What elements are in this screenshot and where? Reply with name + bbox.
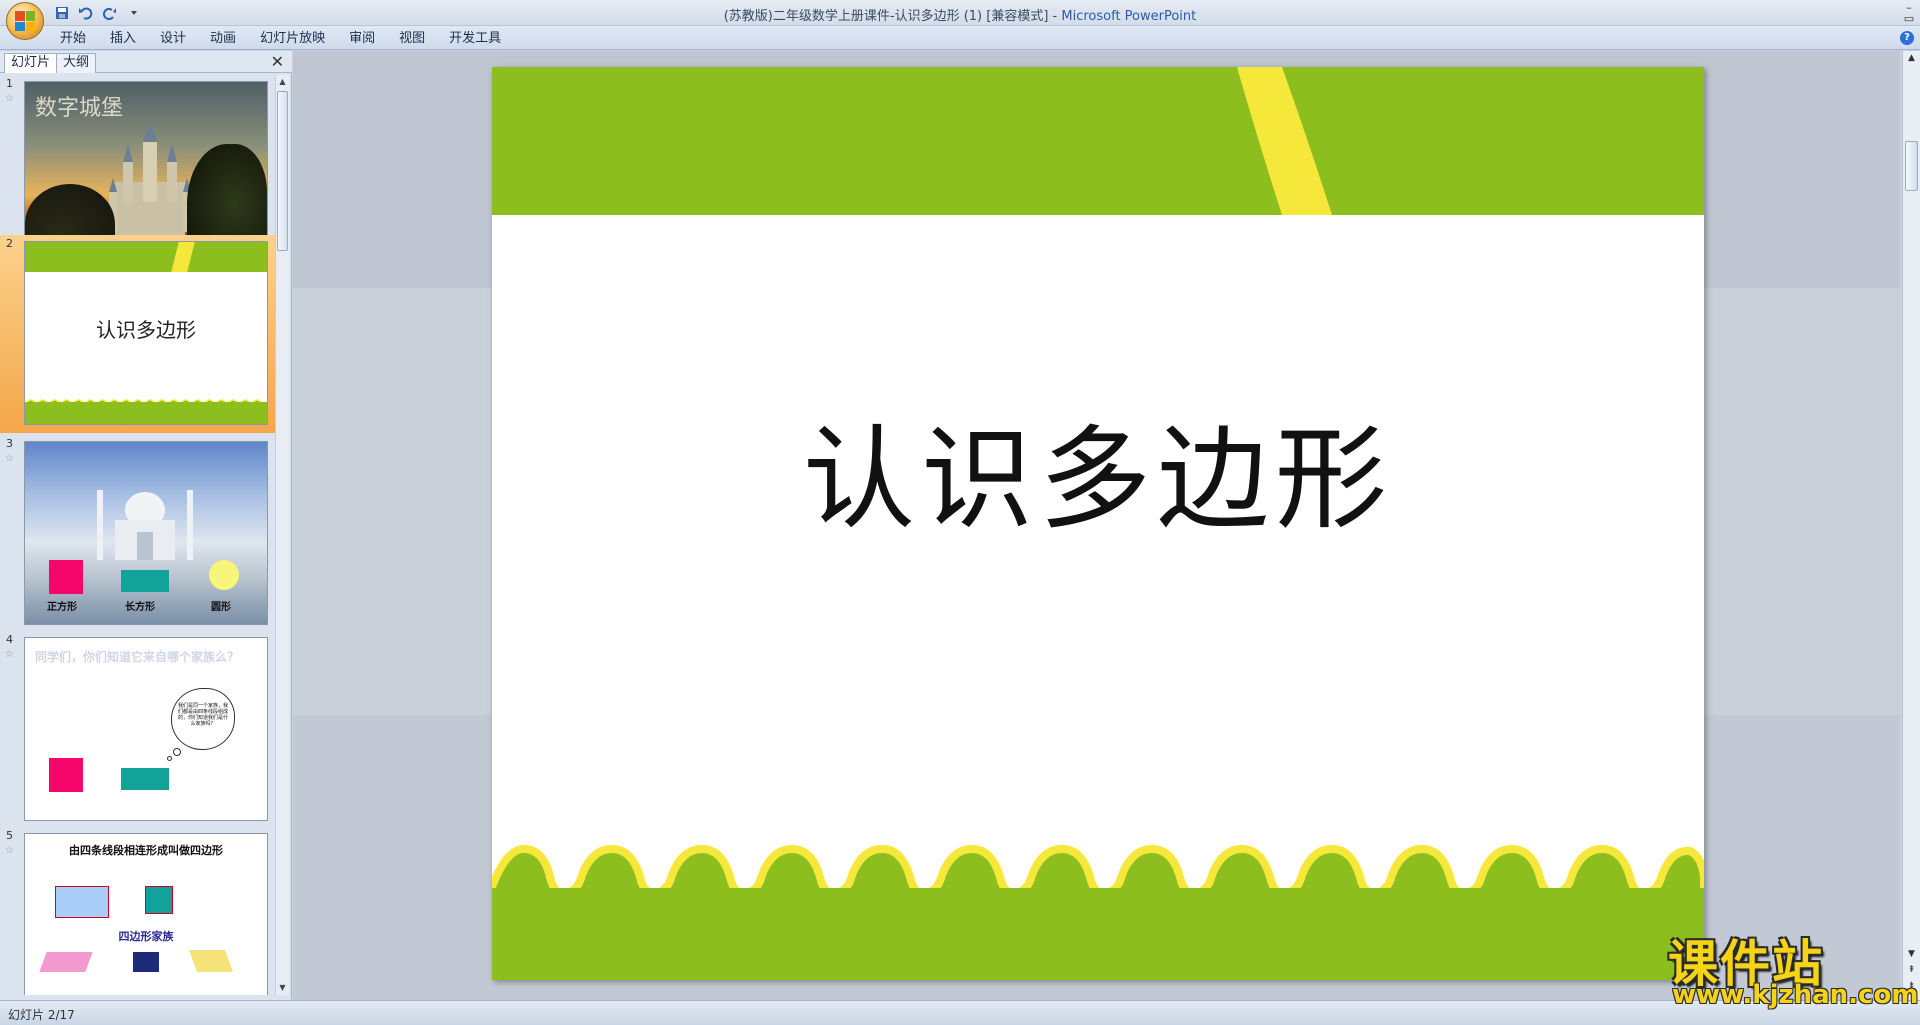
yellow-parallelogram [188, 950, 234, 972]
top-band [25, 242, 267, 272]
tab-outline[interactable]: 大纲 [56, 53, 97, 73]
tab-design[interactable]: 设计 [148, 30, 198, 48]
label-circle: 圆形 [211, 602, 231, 613]
tab-home[interactable]: 开始 [48, 30, 98, 48]
scroll-up-icon[interactable]: ▲ [1905, 51, 1918, 65]
scroll-thumb[interactable] [1905, 141, 1918, 191]
tab-view[interactable]: 视图 [387, 30, 437, 48]
app-name: Microsoft PowerPoint [1061, 9, 1197, 24]
watermark-url: www.kjzhan.com [1672, 980, 1919, 1010]
yellow-stripe [1237, 67, 1332, 215]
thought-cloud: 我们是同一个家族，我们都是由四条线段组成的，你们知道我们是什么家族吗？ [171, 688, 235, 750]
slide-number: 4 [6, 633, 13, 646]
slide-thumbnail-5[interactable]: 5 ☆ 由四条线段相连形成叫做四边形 四边形家族 [0, 827, 276, 995]
slide-number: 5 [6, 829, 13, 842]
previous-slide-icon[interactable]: ⇞ [1905, 963, 1918, 977]
transition-star-icon: ☆ [5, 649, 14, 660]
close-panel-icon[interactable]: ✕ [271, 53, 284, 71]
square-shape [49, 560, 83, 594]
tab-animation[interactable]: 动画 [198, 30, 248, 48]
family-label: 四边形家族 [118, 930, 174, 943]
tab-slides[interactable]: 幻灯片 [4, 53, 58, 73]
transition-star-icon: ☆ [5, 453, 14, 464]
thumbnail-scrollbar[interactable]: ▲ ▼ [275, 75, 289, 995]
panel-tabs: 幻灯片 大纲 ✕ [0, 51, 292, 73]
help-icon[interactable]: ? [1900, 31, 1914, 45]
slide-indicator: 幻灯片 2/17 [8, 1008, 75, 1022]
slide-bottom-band [492, 888, 1704, 980]
tab-developer[interactable]: 开发工具 [437, 30, 513, 48]
slide-number: 2 [6, 237, 13, 250]
rectangle-shape [121, 570, 169, 592]
label-square: 正方形 [47, 602, 77, 613]
slide-thumbnail-list: 1 ☆ 数字城堡 童 话 [0, 75, 276, 995]
scroll-thumb[interactable] [277, 91, 288, 251]
current-slide[interactable]: 认识多边形 [492, 67, 1704, 980]
transition-star-icon: ☆ [5, 845, 14, 856]
watermark-logo: 课件站 www.kjzhan.com [1668, 924, 1918, 1010]
thumbnail-title: 数字城堡 [35, 96, 124, 121]
office-button[interactable] [6, 2, 44, 40]
slide-number: 1 [6, 77, 13, 90]
office-logo-icon [15, 11, 35, 31]
slide-number: 3 [6, 437, 13, 450]
square-shape [49, 758, 83, 792]
thought-bubble [167, 756, 172, 761]
thumbnail-image: 由四条线段相连形成叫做四边形 四边形家族 [24, 833, 268, 995]
thumbnail-image: 认识多边形 [24, 241, 268, 425]
status-bar: 幻灯片 2/17 [0, 1000, 1920, 1025]
tab-slideshow[interactable]: 幻灯片放映 [248, 30, 337, 48]
rectangle-shape [121, 768, 169, 790]
slide-title[interactable]: 认识多边形 [492, 389, 1704, 551]
thought-bubble [173, 748, 181, 756]
circle-shape [209, 560, 239, 590]
slide-vertical-scrollbar[interactable]: ▲ ▼ ⇞ ⇟ [1902, 51, 1920, 1000]
navy-trapezoid [133, 952, 159, 972]
teal-square [145, 886, 173, 914]
palace-illustration [97, 490, 193, 560]
title-separator: - [1048, 9, 1062, 24]
slide-thumbnail-4[interactable]: 4 ☆ 同学们，你们知道它来自哪个家族么？ 我们是同一个家族，我们都是由四条线段… [0, 631, 276, 827]
scroll-up-icon[interactable]: ▲ [276, 75, 289, 89]
slide-thumbnail-2[interactable]: 2 认识多边形 [0, 235, 276, 433]
ribbon-tabs: 开始 插入 设计 动画 幻灯片放映 审阅 视图 开发工具 [48, 30, 513, 48]
scroll-down-icon[interactable]: ▼ [276, 981, 289, 995]
label-rectangle: 长方形 [125, 602, 155, 613]
pink-parallelogram [39, 952, 93, 972]
tab-review[interactable]: 审阅 [337, 30, 387, 48]
transition-star-icon: ☆ [5, 93, 14, 104]
yellow-stripe [168, 242, 198, 272]
thumbnail-image: 正方形 长方形 圆形 [24, 441, 268, 625]
slide-editing-area: 认识多边形 [293, 51, 1900, 1000]
document-title: (苏教版)二年级数学上册课件-认识多边形 (1) [兼容模式] [723, 9, 1049, 24]
thumbnail-heading: 由四条线段相连形成叫做四边形 [69, 844, 223, 857]
thumbnail-question: 同学们，你们知道它来自哪个家族么？ [35, 650, 240, 664]
ribbon-tab-bar: 开始 插入 设计 动画 幻灯片放映 审阅 视图 开发工具 ? [0, 26, 1920, 50]
thumbnail-title: 认识多边形 [96, 318, 196, 342]
slide-thumbnail-3[interactable]: 3 ☆ 正方形 长方形 圆形 [0, 435, 276, 631]
light-blue-rectangle [55, 886, 109, 918]
scroll-down-icon[interactable]: ▼ [1905, 947, 1918, 961]
bottom-band [25, 402, 267, 424]
tab-insert[interactable]: 插入 [98, 30, 148, 48]
title-bar: (苏教版)二年级数学上册课件-认识多边形 (1) [兼容模式] - Micros… [0, 0, 1920, 40]
window-title: (苏教版)二年级数学上册课件-认识多边形 (1) [兼容模式] - Micros… [0, 5, 1920, 24]
slides-panel: 幻灯片 大纲 ✕ 1 ☆ 数字城堡 2 认识多边形 3 ☆ 正方形 长方形 圆形… [0, 51, 292, 1000]
thumbnail-image: 同学们，你们知道它来自哪个家族么？ 我们是同一个家族，我们都是由四条线段组成的，… [24, 637, 268, 821]
slide-top-band [492, 67, 1704, 215]
